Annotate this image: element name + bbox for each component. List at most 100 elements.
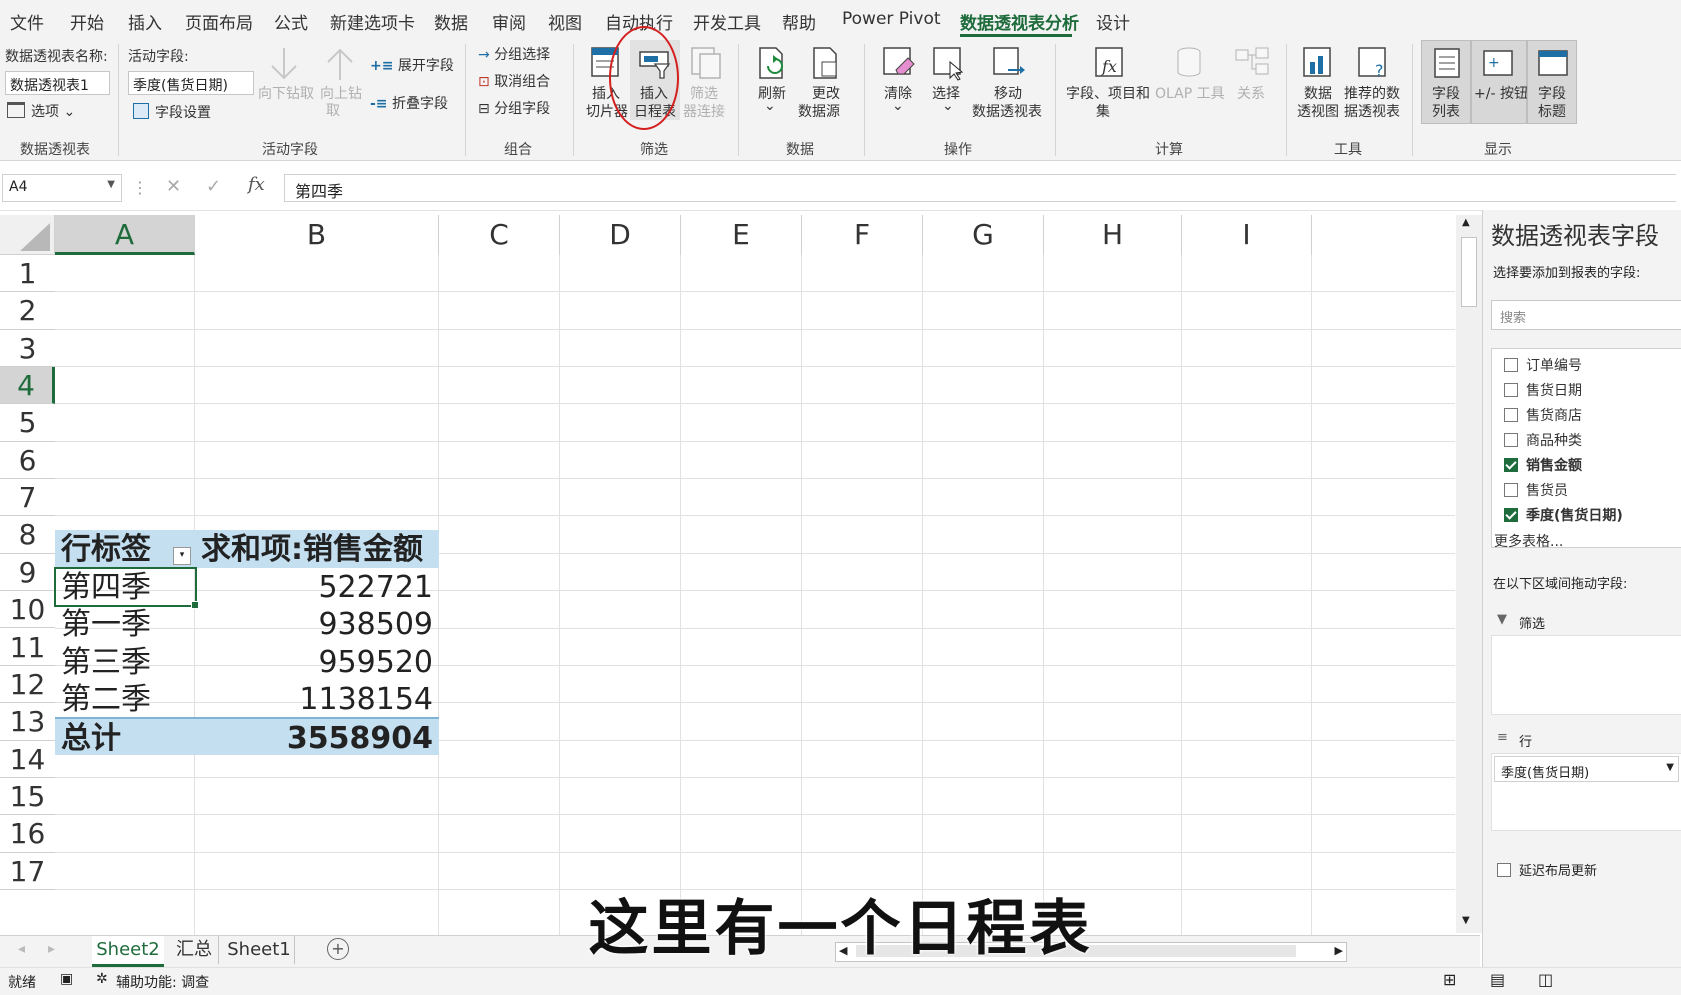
field-search-input[interactable]: 搜索 [1491,300,1681,330]
row-header[interactable]: 13 [0,703,55,741]
row-header[interactable]: 12 [0,665,55,704]
pivot-header-row-labels[interactable]: 行标签 ▾ [55,530,195,568]
expand-field-button[interactable]: +≡ 展开字段 [370,55,454,75]
field-item-sales-amount[interactable]: 销售金额 [1504,455,1582,475]
name-box-dropdown-icon[interactable]: ▼ [107,179,115,190]
field-settings-button[interactable]: 字段设置 [133,102,211,122]
pivot-total-label[interactable]: 总计 [55,717,195,755]
pivotchart-button[interactable]: 数据 [1304,83,1332,103]
tab-power-pivot[interactable]: Power Pivot [842,9,941,29]
tab-new-tab[interactable]: 新建选项卡 [330,9,415,34]
enter-icon[interactable]: ✓ [206,176,221,197]
row-header[interactable]: 15 [0,777,55,816]
row-header[interactable]: 3 [0,329,55,368]
row-header[interactable]: 1 [0,255,55,293]
recommended-pivot-button[interactable]: 推荐的数 [1344,83,1400,103]
rows-drop-area[interactable]: 季度(售货日期) ▼ [1491,753,1681,831]
row-header[interactable]: 2 [0,292,55,330]
scroll-up-icon[interactable]: ▲ [1462,217,1470,228]
column-header[interactable]: D [560,215,681,255]
group-field-button[interactable]: ⊟ 分组字段 [478,98,550,118]
pivot-name-input[interactable]: 数据透视表1 [5,71,110,95]
field-item-category[interactable]: 商品种类 [1504,430,1582,450]
accessibility-status[interactable]: 辅助功能: 调查 [116,972,209,992]
tab-formulas[interactable]: 公式 [274,9,308,34]
field-checkbox[interactable] [1504,358,1518,372]
column-header[interactable]: C [439,215,560,255]
field-item-quarter[interactable]: 季度(售货日期) [1504,505,1623,525]
column-header[interactable]: E [681,215,802,255]
plus-minus-buttons-button[interactable]: + +/- 按钮 [1471,40,1528,124]
select-dropdown-icon[interactable]: ⌄ [942,98,954,114]
row-header[interactable]: 11 [0,628,55,666]
column-header[interactable]: B [195,215,439,255]
tab-design[interactable]: 设计 [1096,9,1130,34]
field-checkbox-checked[interactable] [1504,508,1518,522]
active-field-input[interactable]: 季度(售货日期) [128,71,254,95]
field-headers-button[interactable]: 字段 标题 [1527,40,1577,124]
row-header[interactable]: 16 [0,815,55,853]
scroll-thumb[interactable] [1461,237,1477,307]
column-header[interactable]: A [55,215,195,255]
row-header[interactable]: 6 [0,441,55,480]
pivot-row-label[interactable]: 第三季 [55,643,195,681]
field-checkbox[interactable] [1504,433,1518,447]
defer-update-checkbox[interactable] [1497,863,1511,877]
field-list-button[interactable]: 字段 列表 [1421,40,1471,124]
change-source-button[interactable]: 更改 [812,83,840,103]
page-layout-view-icon[interactable]: ▤ [1490,970,1505,989]
refresh-dropdown-icon[interactable]: ⌄ [764,98,776,114]
fields-items-sets-button[interactable]: 字段、项目和 [1066,83,1150,103]
defer-update-option[interactable]: 延迟布局更新 [1497,860,1597,879]
accessibility-icon[interactable]: ✲ [96,971,108,987]
row-header[interactable]: 14 [0,740,55,778]
column-header[interactable]: H [1044,215,1182,255]
tab-insert[interactable]: 插入 [128,9,162,34]
tab-help[interactable]: 帮助 [782,9,816,34]
options-button[interactable]: 选项 ⌄ [7,101,75,121]
row-header[interactable]: 8 [0,516,55,554]
chevron-down-icon[interactable]: ▼ [1666,762,1674,773]
insert-function-icon[interactable]: fx [248,174,265,195]
tab-home[interactable]: 开始 [70,9,104,34]
group-selection-button[interactable]: → 分组选择 [478,44,550,64]
column-header[interactable]: G [923,215,1044,255]
olap-tools-button[interactable]: OLAP 工具 [1155,83,1225,103]
clear-dropdown-icon[interactable]: ⌄ [892,98,904,114]
worksheet-grid[interactable]: ABCDEFGHI 1 2 3 4 5 6 7 8 9 10 11 12 13 14 15 16 17 行标签 … [0,215,1456,935]
tab-pivot-analyze[interactable]: 数据透视表分析 [960,9,1079,34]
field-checkbox[interactable] [1504,383,1518,397]
vertical-scrollbar[interactable]: ▲ ▼ [1456,215,1482,933]
pivot-total-value[interactable]: 3558904 [195,717,439,755]
row-header[interactable]: 7 [0,479,55,517]
tab-developer[interactable]: 开发工具 [693,9,761,34]
pivot-row-value[interactable]: 522721 [195,568,439,606]
tab-data[interactable]: 数据 [434,9,468,34]
field-item-store[interactable]: 售货商店 [1504,405,1582,425]
field-checkbox[interactable] [1504,483,1518,497]
filter-connections-button[interactable]: 筛选 [690,83,718,103]
formula-input[interactable]: 第四季 [284,174,1676,202]
pivot-row-value[interactable]: 1138154 [195,680,439,718]
more-tables-link[interactable]: 更多表格... [1494,531,1563,551]
ungroup-button[interactable]: ⊡ 取消组合 [478,71,550,91]
tab-review[interactable]: 审阅 [492,9,526,34]
pivot-row-label[interactable]: 第二季 [55,680,195,718]
page-break-view-icon[interactable]: ◫ [1538,970,1553,989]
field-checkbox-checked[interactable] [1504,458,1518,472]
fill-handle[interactable] [191,601,199,609]
select-all-corner[interactable] [0,215,55,255]
row-header[interactable]: 9 [0,553,55,592]
row-header[interactable]: 5 [0,404,55,442]
macro-record-icon[interactable]: ▣ [60,971,73,987]
tab-file[interactable]: 文件 [10,9,44,34]
row-header[interactable]: 4 [0,367,55,405]
field-item-sale-date[interactable]: 售货日期 [1504,380,1582,400]
field-item-salesperson[interactable]: 售货员 [1504,480,1568,500]
relationships-button[interactable]: 关系 [1237,83,1265,103]
drill-down-button[interactable]: 向下钻取 [258,83,314,103]
filter-drop-area[interactable] [1491,635,1681,715]
pivot-row-value[interactable]: 938509 [195,605,439,643]
filter-dropdown-icon[interactable]: ▾ [173,547,191,565]
column-header[interactable]: F [802,215,923,255]
